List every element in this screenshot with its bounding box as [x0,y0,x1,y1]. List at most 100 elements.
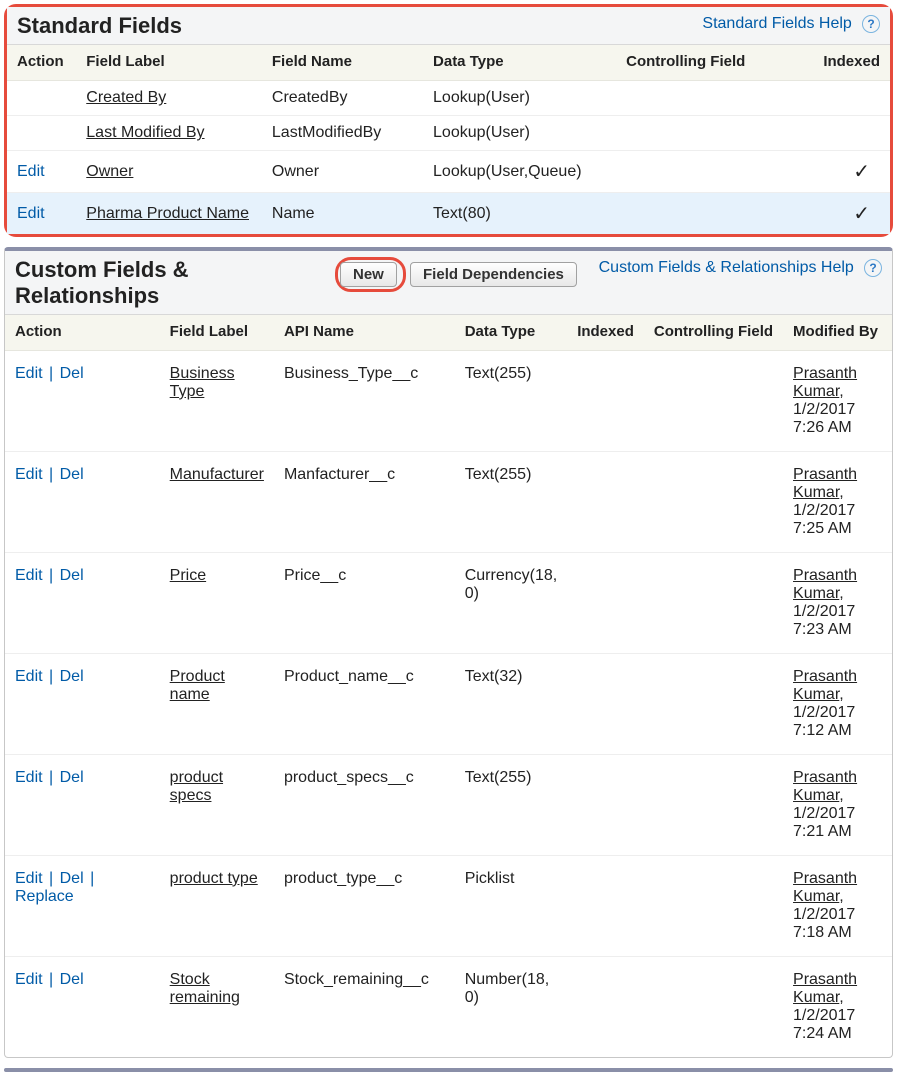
controlling-field [644,653,783,754]
data-type: Text(80) [423,193,616,235]
replace-link[interactable]: Replace [15,888,74,905]
edit-link[interactable]: Edit [15,668,43,685]
field-label-link[interactable]: Business Type [170,365,235,400]
column-header: Controlling Field [644,315,783,351]
table-row: EditOwnerOwnerLookup(User,Queue)✓ [7,151,890,193]
indexed [567,653,644,754]
modified-by-link[interactable]: Prasanth Kumar [793,365,857,400]
custom-fields-buttons: New Field Dependencies [315,257,599,292]
api-name: product_specs__c [274,754,455,855]
controlling-field [616,151,803,193]
standard-fields-help-link[interactable]: Standard Fields Help [702,15,851,32]
separator: | [43,668,60,685]
custom-fields-header: Custom Fields & Relationships New Field … [5,251,892,315]
modified-by-link[interactable]: Prasanth Kumar [793,668,857,703]
standard-fields-title: Standard Fields [17,13,182,38]
custom-fields-help-link[interactable]: Custom Fields & Relationships Help [599,259,854,276]
del-link[interactable]: Del [60,769,84,786]
api-name: Price__c [274,552,455,653]
field-label-link[interactable]: product type [170,870,258,887]
field-label-link[interactable]: Owner [86,163,133,180]
custom-fields-panel: Custom Fields & Relationships New Field … [4,247,893,1058]
data-type: Lookup(User,Queue) [423,151,616,193]
column-header: Field Name [262,45,423,81]
data-type: Lookup(User) [423,81,616,116]
data-type: Picklist [455,855,567,956]
table-row: Edit | Del Manufacturer Manfacturer__cText… [5,451,892,552]
edit-link[interactable]: Edit [15,870,43,887]
separator: | [43,466,60,483]
del-link[interactable]: Del [60,870,84,887]
modified-by-link[interactable]: Prasanth Kumar [793,567,857,602]
field-label-link[interactable]: Price [170,567,206,584]
field-label-link[interactable]: Product name [170,668,225,703]
help-icon[interactable]: ? [864,259,882,277]
new-button[interactable]: New [340,262,397,287]
controlling-field [616,193,803,235]
api-name: Product_name__c [274,653,455,754]
data-type: Text(255) [455,754,567,855]
controlling-field [644,754,783,855]
modified-by-link[interactable]: Prasanth Kumar [793,870,857,905]
table-row: Edit | DelPricePrice__cCurrency(18, 0)Pr… [5,552,892,653]
data-type: Text(32) [455,653,567,754]
field-name: CreatedBy [262,81,423,116]
separator: | [84,870,97,887]
indexed [567,451,644,552]
separator: | [43,971,60,988]
column-header: Data Type [423,45,616,81]
indexed [567,956,644,1057]
edit-link[interactable]: Edit [15,971,43,988]
controlling-field [644,956,783,1057]
controlling-field [616,116,803,151]
edit-link[interactable]: Edit [15,567,43,584]
field-label-link[interactable]: Last Modified By [86,124,204,141]
custom-fields-help: Custom Fields & Relationships Help ? [599,257,882,277]
table-row: Edit | Del | Replaceproduct typeproduct_… [5,855,892,956]
data-type: Lookup(User) [423,116,616,151]
modified-at: 1/2/2017 7:18 AM [793,906,855,941]
edit-link[interactable]: Edit [15,365,43,382]
column-header: API Name [274,315,455,351]
field-label-link[interactable]: Pharma Product Name [86,205,249,222]
edit-link[interactable]: Edit [17,163,45,180]
standard-fields-panel: Standard Fields Standard Fields Help ? A… [4,4,893,237]
field-name: Owner [262,151,423,193]
help-icon[interactable]: ? [862,15,880,33]
del-link[interactable]: Del [60,567,84,584]
del-link[interactable]: Del [60,971,84,988]
controlling-field [644,451,783,552]
api-name: product_type__c [274,855,455,956]
standard-fields-table: ActionField LabelField NameData TypeCont… [7,45,890,234]
data-type: Text(255) [455,451,567,552]
api-name: Manfacturer__c [274,451,455,552]
modified-at: 1/2/2017 7:24 AM [793,1007,855,1042]
indexed [567,552,644,653]
column-header: Controlling Field [616,45,803,81]
edit-link[interactable]: Edit [15,466,43,483]
field-label-link[interactable]: product specs [170,769,223,804]
edit-link[interactable]: Edit [15,769,43,786]
data-type: Number(18, 0) [455,956,567,1057]
table-row: EditPharma Product NameNameText(80)✓ [7,193,890,235]
modified-by-link[interactable]: Prasanth Kumar [793,769,857,804]
del-link[interactable]: Del [60,466,84,483]
field-dependencies-button[interactable]: Field Dependencies [410,262,577,287]
field-label-link[interactable]: Manufacturer [170,466,264,483]
modified-by-link[interactable]: Prasanth Kumar [793,971,857,1006]
field-label-link[interactable]: Stock remaining [170,971,240,1006]
del-link[interactable]: Del [60,365,84,382]
table-row: Created By CreatedByLookup(User) [7,81,890,116]
del-link[interactable]: Del [60,668,84,685]
field-label-link[interactable]: Created By [86,89,166,106]
column-header: Data Type [455,315,567,351]
table-row: Edit | Del Product name Product_name__cTex… [5,653,892,754]
indexed [567,350,644,451]
edit-link[interactable]: Edit [17,205,45,222]
controlling-field [616,81,803,116]
controlling-field [644,552,783,653]
modified-at: 1/2/2017 7:25 AM [793,502,855,537]
column-header: Indexed [803,45,890,81]
custom-fields-table: ActionField LabelAPI NameData TypeIndexe… [5,315,892,1057]
modified-by-link[interactable]: Prasanth Kumar [793,466,857,501]
